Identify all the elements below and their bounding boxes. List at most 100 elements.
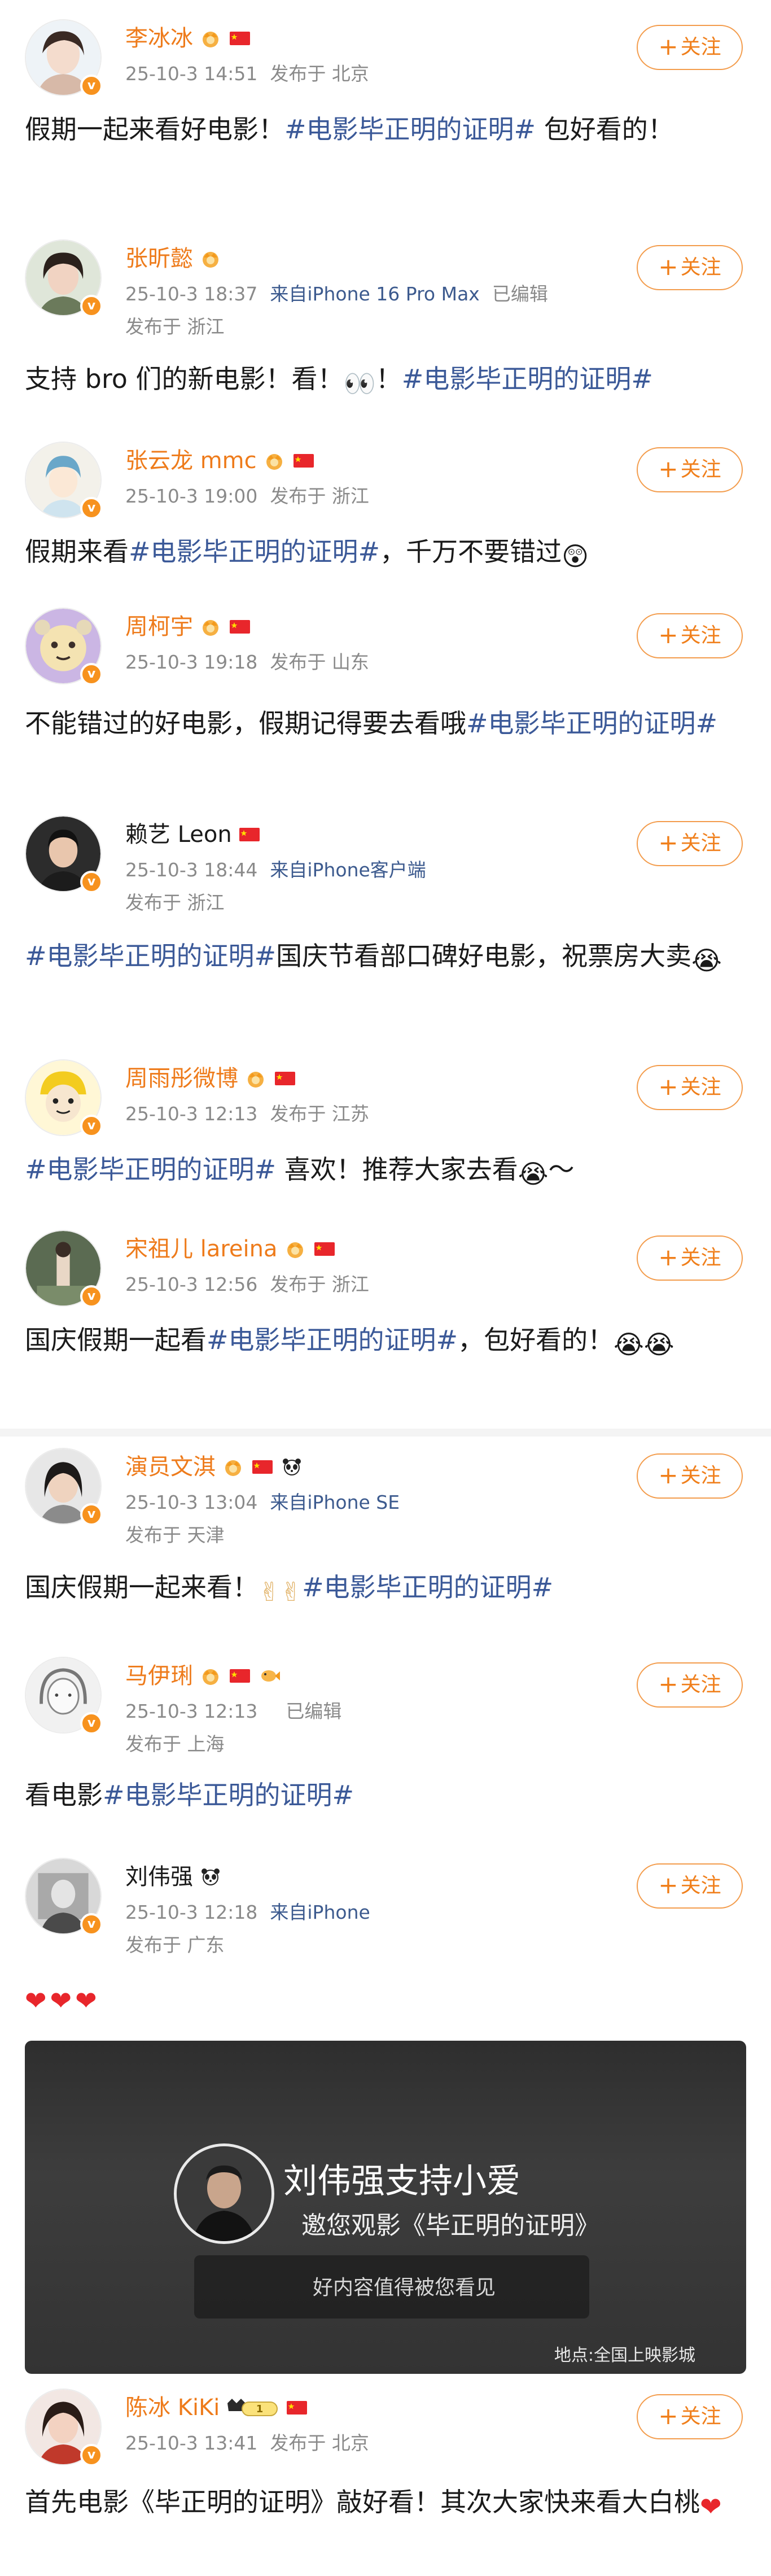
user-name[interactable]: 赖艺 Leon: [125, 819, 232, 850]
edited-label: 已编辑: [492, 283, 548, 305]
post-meta: 25-10-3 18:37 来自iPhone 16 Pro Max 已编辑: [125, 281, 548, 307]
user-name[interactable]: 演员文淇: [125, 1451, 216, 1483]
hashtag-link[interactable]: #电影毕正明的证明#: [402, 364, 653, 394]
post-location: 发布于 江苏: [270, 1103, 369, 1125]
follow-button[interactable]: + 关注: [637, 2394, 743, 2439]
user-name[interactable]: 周柯宇: [125, 611, 193, 643]
avatar[interactable]: v: [25, 19, 103, 97]
avatar[interactable]: v: [25, 1230, 103, 1308]
hashtag-link[interactable]: #电影毕正明的证明#: [129, 536, 380, 567]
plus-icon: +: [658, 1243, 678, 1271]
post-time: 25-10-3 19:00: [125, 485, 258, 507]
user-name[interactable]: 刘伟强: [125, 1861, 193, 1893]
china-flag-icon: [275, 1072, 295, 1085]
plus-icon: +: [658, 1670, 678, 1698]
crown-badge-icon: [203, 32, 218, 47]
avatar[interactable]: v: [25, 1059, 103, 1137]
weibo-feed: v 李冰冰 25-10-3 14:51 发布于 北京 + 关注 假期一起来看好电影！…: [0, 0, 771, 2576]
verified-badge-icon: v: [80, 497, 103, 519]
follow-button[interactable]: + 关注: [637, 1453, 743, 1499]
post-content: 假期来看#电影毕正明的证明#，千万不要错过😲: [25, 533, 753, 575]
avatar[interactable]: v: [25, 1657, 103, 1735]
post-time: 25-10-3 12:56: [125, 1273, 258, 1295]
user-name[interactable]: 周雨彤微博: [125, 1063, 238, 1094]
post-location: 发布于 浙江: [125, 892, 225, 914]
verified-badge-icon: v: [80, 1115, 103, 1137]
follow-button[interactable]: + 关注: [637, 447, 743, 492]
post-source[interactable]: 来自iPhone SE: [270, 1491, 400, 1513]
china-flag-icon: [293, 454, 314, 468]
avatar[interactable]: v: [25, 442, 103, 519]
post-meta: 25-10-3 12:13 已编辑: [125, 1699, 341, 1724]
china-flag-icon: [230, 620, 250, 634]
eyes-emoji-icon: 👀: [343, 368, 376, 399]
china-flag-icon: [314, 1242, 335, 1256]
post-source[interactable]: 来自iPhone客户端: [270, 859, 426, 881]
hashtag-link[interactable]: #电影毕正明的证明#: [466, 708, 717, 739]
post-meta: 25-10-3 14:51 发布于 北京: [125, 61, 369, 87]
avatar[interactable]: v: [25, 608, 103, 686]
verified-badge-icon: v: [80, 1712, 103, 1735]
post-content: #电影毕正明的证明# 喜欢！推荐大家去看😭～: [25, 1151, 753, 1193]
post-source[interactable]: 来自iPhone 16 Pro Max: [270, 283, 479, 305]
hashtag-link[interactable]: #电影毕正明的证明#: [25, 941, 276, 971]
post-meta: 25-10-3 12:56 发布于 浙江: [125, 1272, 369, 1298]
crown-badge-icon: [203, 620, 218, 636]
crying-emoji-icon: 😭😭: [614, 1329, 674, 1360]
follow-button[interactable]: + 关注: [637, 1065, 743, 1110]
svg-text:1: 1: [256, 2403, 264, 2415]
user-name[interactable]: 马伊琍: [125, 1660, 193, 1692]
video-overlay-subtitle: 邀您观影《毕正明的证明》: [301, 2211, 599, 2240]
user-name[interactable]: 宋祖儿 lareina: [125, 1233, 278, 1265]
follow-button[interactable]: + 关注: [637, 245, 743, 290]
hashtag-link[interactable]: #电影毕正明的证明#: [103, 1780, 354, 1810]
victory-hand-emoji-icon: ✌✌: [259, 1577, 303, 1607]
post-content: #电影毕正明的证明#国庆节看部口碑好电影，祝票房大卖😭: [25, 937, 753, 979]
verified-badge-icon: v: [80, 75, 103, 97]
red-heart-emoji-icon: ❤: [700, 2491, 722, 2522]
post-location: 发布于 浙江: [270, 1273, 369, 1295]
post-time: 25-10-3 18:37: [125, 283, 258, 305]
crown-badge-icon: [225, 1460, 241, 1476]
post-meta: 25-10-3 18:44 来自iPhone客户端: [125, 857, 426, 883]
avatar[interactable]: v: [25, 239, 103, 317]
post-content: 国庆假期一起看#电影毕正明的证明#，包好看的！😭😭: [25, 1321, 753, 1363]
hashtag-link[interactable]: #电影毕正明的证明#: [207, 1325, 458, 1355]
crown-level-badge-icon: 1: [227, 2399, 278, 2416]
user-name[interactable]: 李冰冰: [125, 23, 193, 54]
video-avatar: [174, 2143, 274, 2244]
follow-button[interactable]: + 关注: [637, 1235, 743, 1281]
post-content: 看电影#电影毕正明的证明#: [25, 1780, 354, 1810]
verified-badge-icon: v: [80, 2444, 103, 2466]
avatar[interactable]: v: [25, 815, 103, 893]
china-flag-icon: [239, 828, 260, 841]
post-source[interactable]: 来自iPhone: [270, 1901, 370, 1923]
china-flag-icon: [287, 2401, 308, 2415]
post-time: 25-10-3 18:44: [125, 859, 258, 881]
follow-button[interactable]: + 关注: [637, 1662, 743, 1708]
post-location: 发布于 浙江: [125, 316, 225, 338]
follow-button[interactable]: + 关注: [637, 25, 743, 70]
hashtag-link[interactable]: #电影毕正明的证明#: [25, 1154, 276, 1185]
user-name[interactable]: 陈冰 KiKi: [125, 2392, 220, 2424]
user-name[interactable]: 张云龙 mmc: [125, 445, 257, 477]
follow-button[interactable]: + 关注: [637, 1863, 743, 1909]
hashtag-link[interactable]: #电影毕正明的证明#: [302, 1572, 553, 1603]
plus-icon: +: [658, 2402, 678, 2430]
avatar[interactable]: v: [25, 2389, 103, 2466]
video-card[interactable]: 刘伟强支持小爱 邀您观影《毕正明的证明》 好内容值得被您看见 地点:全国上映影城: [25, 2041, 746, 2374]
astonished-emoji-icon: 😲: [562, 541, 589, 571]
verified-badge-icon: v: [80, 663, 103, 686]
post-time: 25-10-3 14:51: [125, 63, 258, 85]
hashtag-link[interactable]: #电影毕正明的证明#: [284, 114, 536, 145]
avatar[interactable]: v: [25, 1858, 103, 1936]
plus-icon: +: [658, 455, 678, 483]
crying-emoji-icon: 😭: [518, 1159, 549, 1189]
plus-icon: +: [658, 1461, 678, 1489]
follow-button[interactable]: + 关注: [637, 613, 743, 658]
plus-icon: +: [658, 1073, 678, 1101]
user-name[interactable]: 张昕懿: [125, 243, 193, 274]
avatar[interactable]: v: [25, 1448, 103, 1526]
follow-button[interactable]: + 关注: [637, 821, 743, 866]
crying-emoji-icon: 😭: [691, 945, 722, 976]
